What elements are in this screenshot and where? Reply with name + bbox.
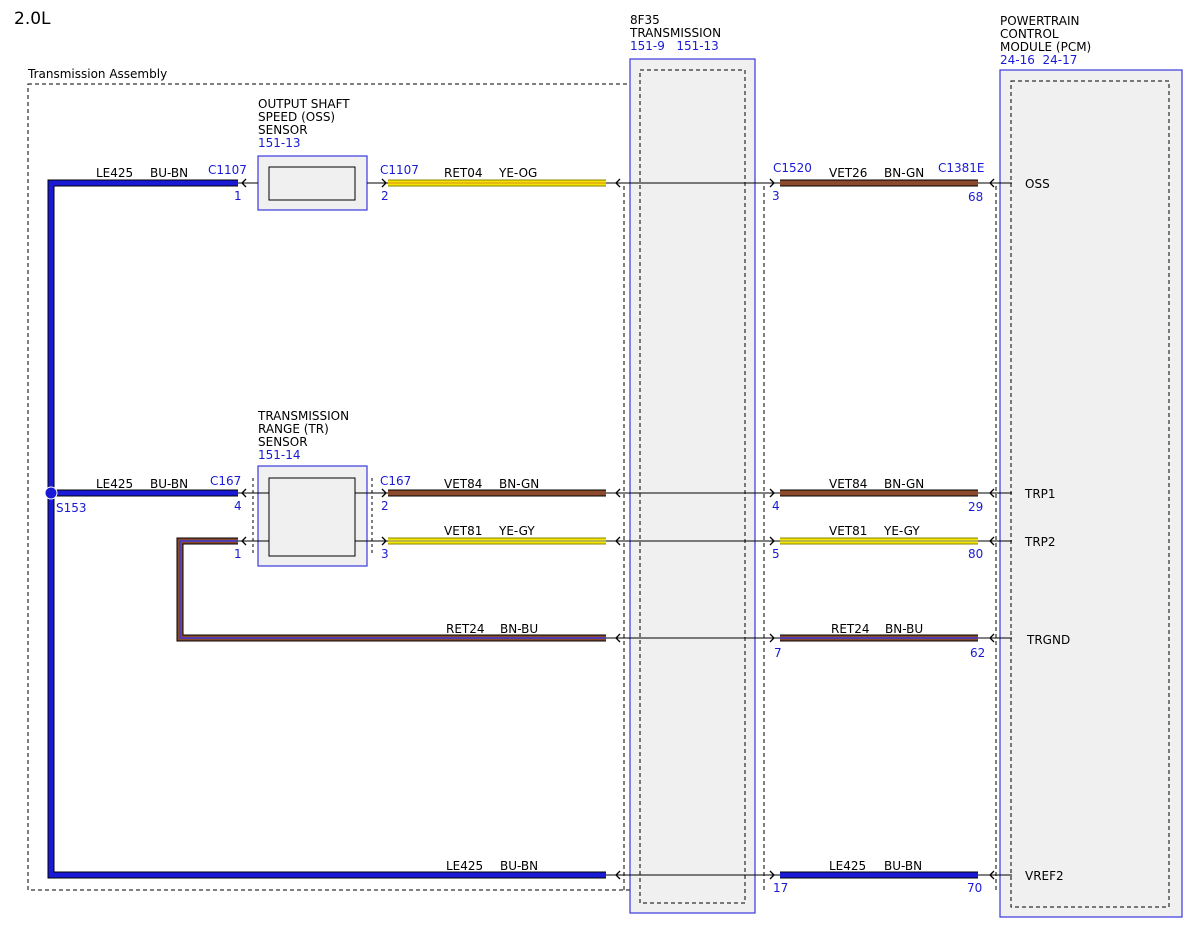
right-circuit-1-signal: OSS — [1025, 177, 1050, 191]
left-circuit-1-id: LE425 — [96, 166, 133, 180]
mid-circuit-ret24-color: BN-BU — [500, 622, 538, 636]
left-circuit-1-pin: 1 — [234, 189, 242, 203]
c1381e-connector[interactable]: C1381E — [938, 161, 985, 175]
right-circuit-3-color: YE-GY — [883, 524, 920, 538]
mid-circuit-vet81-id: VET81 — [444, 524, 482, 538]
mid-circuit-vet84-id: VET84 — [444, 477, 482, 491]
right-circuit-5-signal: VREF2 — [1025, 869, 1064, 883]
mid-circuit-vet81-color: YE-GY — [498, 524, 535, 538]
tr-sensor-name-2: RANGE (TR) — [258, 422, 329, 436]
pcm-name-2: CONTROL — [1000, 27, 1059, 41]
tr-ret24-pin: 1 — [234, 547, 242, 561]
tr-right-connector[interactable]: C167 — [380, 474, 411, 488]
right-circuit-4-pcm-pin: 62 — [970, 646, 985, 660]
oss-right-connector[interactable]: C1107 — [380, 163, 419, 177]
tr-sensor-name-1: TRANSMISSION — [257, 409, 349, 423]
pcm-name-3: MODULE (PCM) — [1000, 40, 1091, 54]
right-circuit-5-pcm-pin: 70 — [967, 881, 982, 895]
right-circuit-4-c1520-pin: 7 — [774, 646, 782, 660]
right-circuit-5-c1520-pin: 17 — [773, 881, 788, 895]
right-circuit-2-id: VET84 — [829, 477, 867, 491]
right-circuit-2-color: BN-GN — [884, 477, 924, 491]
splice-s153[interactable] — [44, 486, 58, 500]
oss-left-connector[interactable]: C1107 — [208, 163, 247, 177]
splice-label: S153 — [56, 501, 87, 515]
engine-label: 2.0L — [14, 9, 51, 29]
transmission-module-box[interactable] — [629, 58, 756, 914]
tr-sensor-name-3: SENSOR — [258, 435, 308, 449]
mid-circuit-ret04-color: YE-OG — [498, 166, 537, 180]
left-circuit-2-color: BU-BN — [150, 477, 188, 491]
right-circuit-2-signal: TRP1 — [1024, 487, 1056, 501]
mid-circuit-ret24-id: RET24 — [446, 622, 485, 636]
left-circuit-1-color: BU-BN — [150, 166, 188, 180]
oss-sensor-ref[interactable]: 151-13 — [258, 136, 301, 150]
transmission-assembly-label: Transmission Assembly — [27, 67, 167, 81]
oss-sensor-name-2: SPEED (OSS) — [258, 110, 335, 124]
transmission-module-refs[interactable]: 151-9 151-13 — [630, 39, 719, 53]
right-circuit-1-c1520-pin: 3 — [772, 189, 780, 203]
c1520-connector[interactable]: C1520 — [773, 161, 812, 175]
left-circuit-2-pin: 4 — [234, 499, 242, 513]
right-circuit-4-color: BN-BU — [885, 622, 923, 636]
right-circuit-3-signal: TRP2 — [1024, 535, 1056, 549]
mid-circuit-vet84-color: BN-GN — [499, 477, 539, 491]
right-circuit-3-c1520-pin: 5 — [772, 547, 780, 561]
transmission-module-name-2: TRANSMISSION — [629, 26, 721, 40]
mid-circuit-le425-color: BU-BN — [500, 859, 538, 873]
mid-circuit-vet84-pin: 2 — [381, 499, 389, 513]
transmission-module-name-1: 8F35 — [630, 13, 660, 27]
pcm-name-1: POWERTRAIN — [1000, 14, 1080, 28]
right-circuit-3-pcm-pin: 80 — [968, 547, 983, 561]
wiring-diagram: 2.0L Transmission Assembly 8F35 TRANSMIS… — [14, 9, 1183, 918]
tr-left-connector[interactable]: C167 — [210, 474, 241, 488]
right-circuit-1-id: VET26 — [829, 166, 867, 180]
left-circuit-2-id: LE425 — [96, 477, 133, 491]
right-circuit-2-c1520-pin: 4 — [772, 499, 780, 513]
mid-circuit-le425-id: LE425 — [446, 859, 483, 873]
right-circuit-1-pcm-pin: 68 — [968, 190, 983, 204]
mid-circuit-ret04-pin: 2 — [381, 189, 389, 203]
oss-sensor-name-3: SENSOR — [258, 123, 308, 137]
tr-sensor-element — [268, 477, 356, 557]
right-circuit-4-id: RET24 — [831, 622, 870, 636]
oss-sensor-name-1: OUTPUT SHAFT — [258, 97, 350, 111]
mid-circuit-ret04-id: RET04 — [444, 166, 483, 180]
right-circuit-4-signal: TRGND — [1026, 633, 1070, 647]
right-circuit-3-id: VET81 — [829, 524, 867, 538]
right-circuit-5-color: BU-BN — [884, 859, 922, 873]
oss-sensor-element — [268, 166, 356, 201]
mid-circuit-vet81-pin: 3 — [381, 547, 389, 561]
right-circuit-1-color: BN-GN — [884, 166, 924, 180]
pcm-refs[interactable]: 24-16 24-17 — [1000, 53, 1077, 67]
right-circuit-5-id: LE425 — [829, 859, 866, 873]
right-circuit-2-pcm-pin: 29 — [968, 500, 983, 514]
tr-sensor-ref[interactable]: 151-14 — [258, 448, 301, 462]
wire-ret24-left[interactable] — [176, 537, 606, 642]
